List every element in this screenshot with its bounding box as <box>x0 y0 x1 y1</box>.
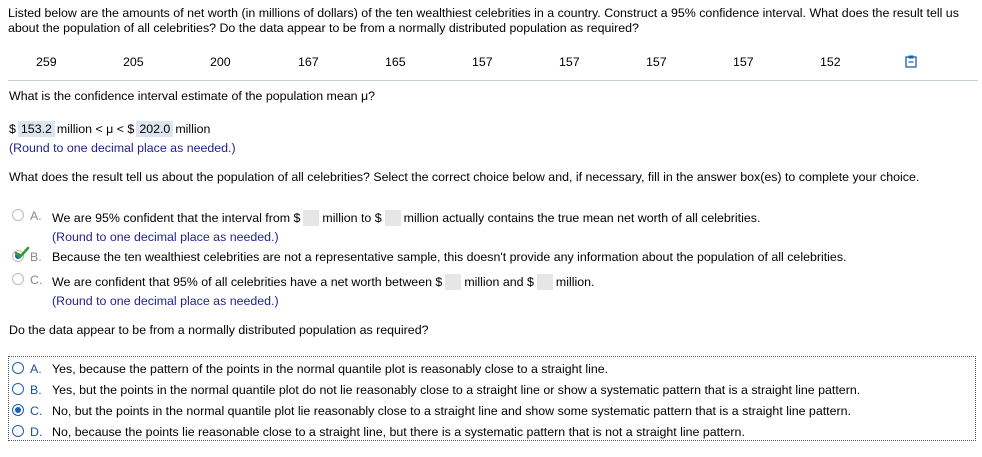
lower-bound-box[interactable]: 153.2 <box>17 121 55 137</box>
q2-c-lower-input[interactable] <box>445 274 462 290</box>
q2-c-upper-input[interactable] <box>536 274 553 290</box>
upper-bound-box[interactable]: 202.0 <box>136 121 174 137</box>
q1-question: What is the confidence interval estimate… <box>9 89 375 103</box>
q2-option-b-letter: B. <box>30 250 42 264</box>
q2-a-text-part2: million to $ <box>322 211 382 225</box>
q2-a-lower-input[interactable] <box>303 210 320 226</box>
q2-c-text-part1: We are confident that 95% of all celebri… <box>52 275 443 289</box>
q3-option-a-text[interactable]: Yes, because the pattern of the points i… <box>52 362 608 376</box>
data-value: 157 <box>733 55 754 69</box>
interval-middle-text: million < μ < $ <box>56 122 135 136</box>
data-value: 167 <box>298 55 319 69</box>
q3-question: Do the data appear to be from a normally… <box>9 323 429 337</box>
q3-option-a-radio[interactable] <box>12 362 24 374</box>
q3-option-b-letter: B. <box>30 383 42 397</box>
q2-a-text-part3: million actually contains the true mean … <box>403 211 761 225</box>
data-value: 165 <box>385 55 406 69</box>
q1-hint: (Round to one decimal place as needed.) <box>9 141 236 155</box>
interval-end-text: million <box>175 122 211 136</box>
q2-c-text-part3: million. <box>555 275 595 289</box>
dollar-sign: $ <box>9 122 16 136</box>
q2-option-c-text: We are confident that 95% of all celebri… <box>52 274 594 290</box>
q2-question: What does the result tell us about the p… <box>9 170 920 184</box>
q3-option-a-letter: A. <box>30 362 42 376</box>
q3-option-b-radio[interactable] <box>12 383 24 395</box>
q2-option-a-hint: (Round to one decimal place as needed.) <box>52 230 279 244</box>
q3-option-c-letter: C. <box>30 404 43 418</box>
q3-option-d-text[interactable]: No, because the points lie reasonable cl… <box>52 425 745 439</box>
q2-option-a-text: We are 95% confident that the interval f… <box>52 210 760 226</box>
q2-a-text-part1: We are 95% confident that the interval f… <box>52 211 301 225</box>
data-value: 259 <box>36 55 57 69</box>
q2-c-text-part2: million and $ <box>464 275 534 289</box>
q3-option-d-letter: D. <box>30 425 43 439</box>
q2-option-b-text: Because the ten wealthiest celebrities a… <box>52 250 847 264</box>
divider <box>8 80 978 81</box>
data-value: 200 <box>210 55 231 69</box>
data-value: 157 <box>559 55 580 69</box>
q2-option-c-letter: C. <box>30 273 43 287</box>
data-value: 157 <box>646 55 667 69</box>
q2-a-upper-input[interactable] <box>384 210 401 226</box>
q2-option-c-radio[interactable] <box>12 273 24 285</box>
q2-option-a-letter: A. <box>30 209 42 223</box>
q3-option-c-text[interactable]: No, but the points in the normal quantil… <box>52 404 851 418</box>
q3-option-c-radio[interactable] <box>12 404 24 416</box>
problem-statement: Listed below are the amounts of net wort… <box>8 6 959 35</box>
q1-answer-line: $153.2 million < μ < $202.0 million <box>9 121 210 137</box>
data-value: 205 <box>123 55 144 69</box>
q2-option-a-radio[interactable] <box>12 209 24 221</box>
data-value: 152 <box>820 55 841 69</box>
q3-option-d-radio[interactable] <box>12 425 24 437</box>
q3-option-b-text[interactable]: Yes, but the points in the normal quanti… <box>52 383 860 397</box>
data-value: 157 <box>472 55 493 69</box>
clipboard-icon[interactable] <box>904 54 918 68</box>
q2-option-c-hint: (Round to one decimal place as needed.) <box>52 294 279 308</box>
checkmark-icon <box>14 246 30 259</box>
